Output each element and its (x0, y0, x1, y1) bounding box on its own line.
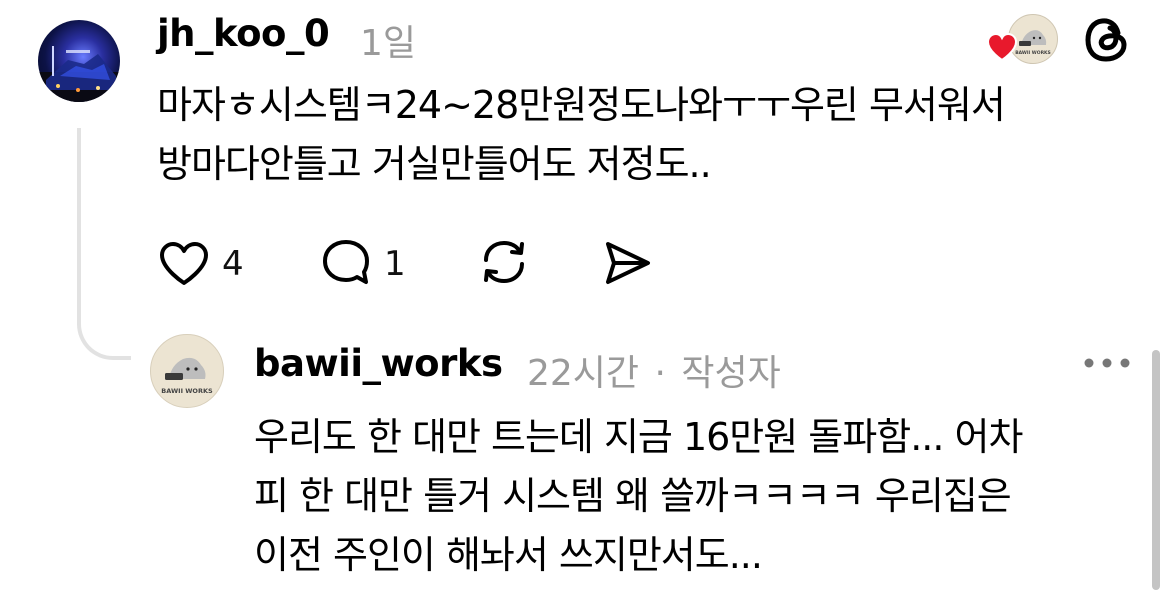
post-text-line-2: 방마다안틀고 거실만틀어도 저정도.. (157, 142, 712, 186)
bawii-logo-icon (165, 357, 206, 380)
reply-icon[interactable] (320, 238, 372, 288)
reply-meta: 22시간 · 작성자 (527, 344, 781, 396)
reply-username[interactable]: bawii_works (254, 342, 503, 385)
post-timestamp: 1일 (360, 23, 417, 64)
like-heart-icon[interactable] (158, 241, 210, 287)
reply-text-line-1: 우리도 한 대만 트는데 지금 16만원 돌파함... 어차 (254, 415, 1023, 459)
post-username[interactable]: jh_koo_0 (157, 12, 330, 55)
like-count: 4 (222, 244, 244, 284)
thread-connector-line (77, 128, 131, 360)
threads-logo-icon[interactable] (1082, 14, 1134, 66)
scrollbar-thumb[interactable] (1152, 350, 1160, 590)
avatar-bawii-works[interactable]: BAWII WORKS (150, 334, 224, 408)
reply-text-line-2: 피 한 대만 틀거 시스템 왜 쓸까ㅋㅋㅋㅋ 우리집은 (254, 474, 1012, 518)
svg-text:BAWII WORKS: BAWII WORKS (1015, 50, 1051, 56)
more-options-icon[interactable] (1082, 356, 1132, 370)
reply-text: 우리도 한 대만 트는데 지금 16만원 돌파함... 어차 피 한 대만 틀거… (254, 408, 1144, 585)
reply-text-line-3: 이전 주인이 해놔서 쓰지만서도... (254, 533, 763, 577)
post-text-line-1: 마자ㅎ시스템ㅋ24~28만원정도나와ㅜㅜ우린 무서워서 (157, 83, 1006, 127)
meta-separator: · (654, 353, 666, 394)
heart-icon (986, 32, 1018, 62)
author-tag: 작성자 (681, 353, 781, 394)
post-text: 마자ㅎ시스템ㅋ24~28만원정도나와ㅜㅜ우린 무서워서 방마다안틀고 거실만틀어… (157, 76, 1147, 194)
share-send-icon[interactable] (600, 238, 654, 288)
avatar-jh-koo[interactable] (38, 20, 120, 102)
liked-by-author-badge[interactable]: BAWII WORKS (986, 14, 1058, 66)
repost-icon[interactable] (476, 236, 532, 288)
night-city-image (38, 46, 120, 102)
avatar-logo-text: BAWII WORKS (161, 387, 213, 395)
reply-count: 1 (384, 244, 406, 284)
reply-timestamp: 22시간 (527, 353, 640, 394)
